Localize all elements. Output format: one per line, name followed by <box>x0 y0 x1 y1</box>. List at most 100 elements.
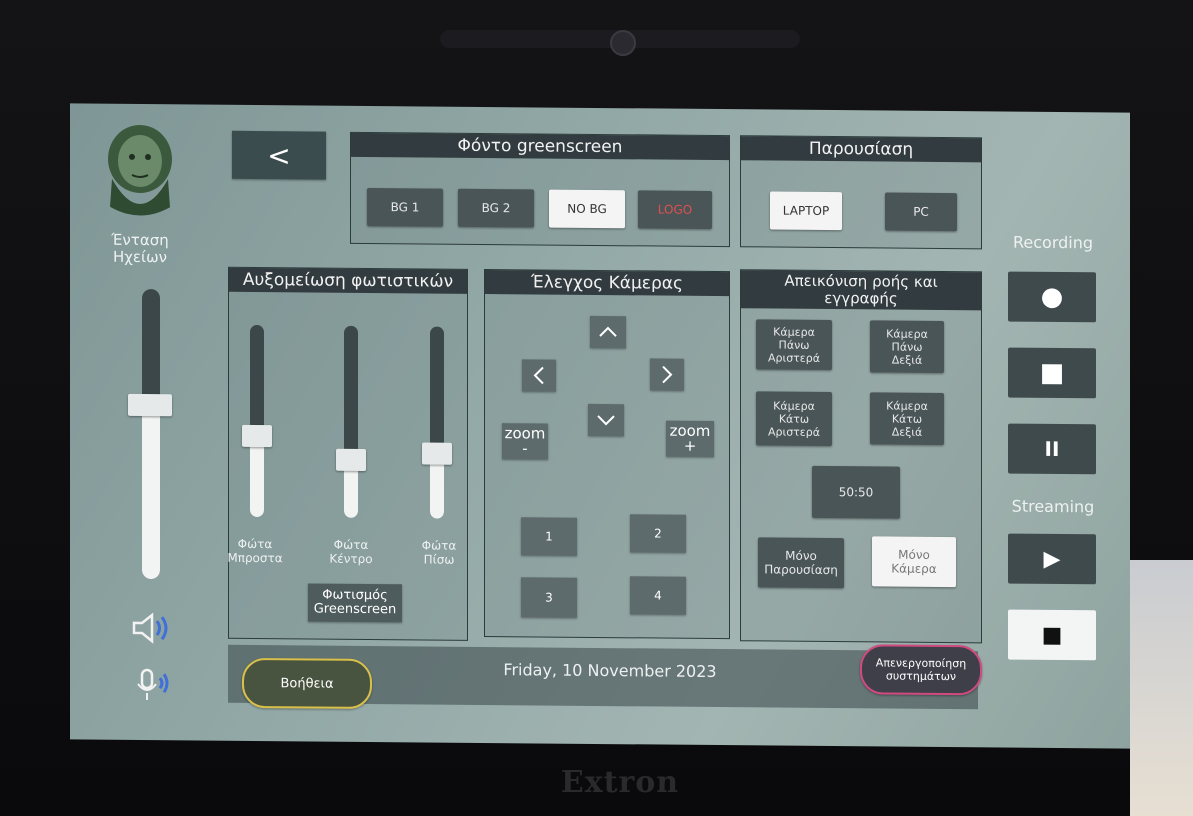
only-presentation-button[interactable]: Μόνο Παρουσίαση <box>758 537 844 589</box>
zoom-plus-line2: + <box>683 436 697 455</box>
pause-icon: II <box>1044 436 1060 462</box>
brand-logo: Extron <box>560 765 680 800</box>
cam-top-right-l2: Πάνω <box>891 340 923 354</box>
stop-streaming-button[interactable]: ■ <box>1008 609 1096 661</box>
logo-button[interactable]: LOGO <box>638 190 712 229</box>
zoom-minus-line2: - <box>522 439 528 458</box>
presentation-title: Παρουσίαση <box>741 136 981 163</box>
chevron-left-icon <box>533 366 544 385</box>
cam-top-right-button[interactable]: Κάμερα Πάνω Δεξιά <box>870 320 944 374</box>
pc-label: PC <box>913 204 929 219</box>
cam-bottom-right-l2: Κάτω <box>891 412 923 426</box>
light-back-line2: Πίσω <box>423 552 455 567</box>
play-icon: ▶ <box>1043 546 1061 572</box>
date-display: Friday, 10 November 2023 <box>503 660 717 682</box>
volume-label-line2: Ηχείων <box>112 247 168 267</box>
help-button[interactable]: Βοήθεια <box>242 657 372 710</box>
only-presentation-l2: Παρουσίαση <box>764 562 838 578</box>
light-back-thumb[interactable] <box>422 442 452 465</box>
shutdown-button[interactable]: Απενεργοποίηση συστημάτων <box>860 644 982 696</box>
zoom-minus-button[interactable]: zoom - <box>502 423 548 460</box>
streaming-label: Streaming <box>1011 496 1095 517</box>
light-front-line1: Φώτα <box>237 536 273 552</box>
light-center-line2: Κέντρο <box>329 551 373 567</box>
camera-right-button[interactable] <box>650 358 684 391</box>
light-back-label: Φώτα Πίσω <box>404 538 474 567</box>
preset-1-label: 1 <box>545 529 553 544</box>
greenscreen-title: Φόντο greenscreen <box>351 132 729 161</box>
back-button-label: < <box>267 138 291 172</box>
only-presentation-l1: Μόνο <box>785 548 817 563</box>
back-button[interactable]: < <box>232 130 326 180</box>
start-streaming-button[interactable]: ▶ <box>1008 533 1096 585</box>
zoom-plus-button[interactable]: zoom + <box>666 420 714 457</box>
pause-recording-button[interactable]: II <box>1008 423 1096 475</box>
bg2-label: BG 2 <box>481 200 511 216</box>
camera-left-button[interactable] <box>522 359 556 392</box>
no-bg-button[interactable]: NO BG <box>549 189 625 229</box>
laptop-button[interactable]: LAPTOP <box>770 191 842 231</box>
help-label: Βοήθεια <box>280 675 334 692</box>
light-front-line2: Μπροστα <box>227 550 283 566</box>
cam-top-left-l3: Αριστερά <box>767 350 820 365</box>
cam-top-left-l1: Κάμερα <box>773 325 815 339</box>
touch-panel-screen: Ένταση Ηχείων < Φόντο greenscreen BG 1 B… <box>70 103 1130 749</box>
light-back-line1: Φώτα <box>421 538 457 553</box>
bg2-button[interactable]: BG 2 <box>458 188 534 228</box>
stop-recording-button[interactable]: ■ <box>1008 347 1096 399</box>
only-camera-l2: Κάμερα <box>891 561 937 576</box>
camera-title: Έλεγχος Κάμερας <box>485 269 729 297</box>
greenscreen-lighting-button[interactable]: Φωτισμός Greenscreen <box>308 583 402 623</box>
light-center-label: Φώτα Κέντρο <box>316 538 386 567</box>
volume-label: Ένταση Ηχείων <box>95 230 185 267</box>
chevron-right-icon <box>662 365 673 384</box>
split-50-50-label: 50:50 <box>838 485 874 500</box>
speaker-icon[interactable] <box>128 612 172 644</box>
volume-slider-thumb[interactable] <box>128 393 172 417</box>
microphone-icon[interactable] <box>132 668 176 704</box>
cam-bottom-left-button[interactable]: Κάμερα Κάτω Αριστερά <box>756 391 832 447</box>
cam-bottom-right-button[interactable]: Κάμερα Κάτω Δεξιά <box>870 392 944 446</box>
shutdown-line2: συστημάτων <box>885 669 957 684</box>
bg1-button[interactable]: BG 1 <box>367 187 443 227</box>
display-title-line2: εγγραφής <box>824 288 898 308</box>
preset-4-button[interactable]: 4 <box>630 576 686 615</box>
cam-bottom-left-l1: Κάμερα <box>773 399 815 413</box>
preset-2-label: 2 <box>654 526 662 541</box>
cam-top-right-l1: Κάμερα <box>886 326 928 341</box>
camera-up-button[interactable] <box>590 315 626 349</box>
light-front-thumb[interactable] <box>242 424 272 448</box>
cam-top-left-button[interactable]: Κάμερα Πάνω Αριστερά <box>756 319 832 371</box>
record-icon: ● <box>1040 281 1064 313</box>
light-center-thumb[interactable] <box>336 448 366 471</box>
cam-bottom-left-l2: Κάτω <box>778 412 810 426</box>
only-camera-l1: Μόνο <box>898 547 930 562</box>
greenscreen-lighting-line2: Greenscreen <box>313 601 397 618</box>
light-front-label: Φώτα Μπροστα <box>220 537 290 566</box>
philosopher-logo <box>108 124 172 216</box>
no-bg-label: NO BG <box>567 201 607 217</box>
stop-streaming-icon: ■ <box>1041 622 1063 648</box>
display-title: Απεικόνιση ροής και εγγραφής <box>741 270 981 311</box>
lights-title: Αυξομείωση φωτιστικών <box>229 267 467 294</box>
split-50-50-button[interactable]: 50:50 <box>812 465 900 519</box>
camera-down-button[interactable] <box>588 403 624 437</box>
pc-button[interactable]: PC <box>885 192 957 232</box>
chevron-down-icon <box>597 415 615 426</box>
shutdown-line1: Απενεργοποίηση <box>875 656 967 671</box>
preset-2-button[interactable]: 2 <box>630 514 686 553</box>
volume-label-line1: Ένταση <box>111 230 169 250</box>
preset-3-label: 3 <box>545 590 553 605</box>
preset-3-button[interactable]: 3 <box>521 577 577 618</box>
camera-lens <box>610 30 636 56</box>
only-camera-button[interactable]: Μόνο Κάμερα <box>872 536 956 588</box>
light-front-fill <box>250 435 264 518</box>
preset-4-label: 4 <box>654 588 662 603</box>
cam-bottom-left-l3: Αριστερά <box>767 424 820 439</box>
record-button[interactable]: ● <box>1008 271 1096 323</box>
recording-label: Recording <box>1012 232 1094 253</box>
preset-1-button[interactable]: 1 <box>521 517 577 556</box>
stop-icon: ■ <box>1039 357 1065 389</box>
cam-bottom-right-l1: Κάμερα <box>886 398 928 413</box>
cam-bottom-right-l3: Δεξιά <box>891 425 923 439</box>
